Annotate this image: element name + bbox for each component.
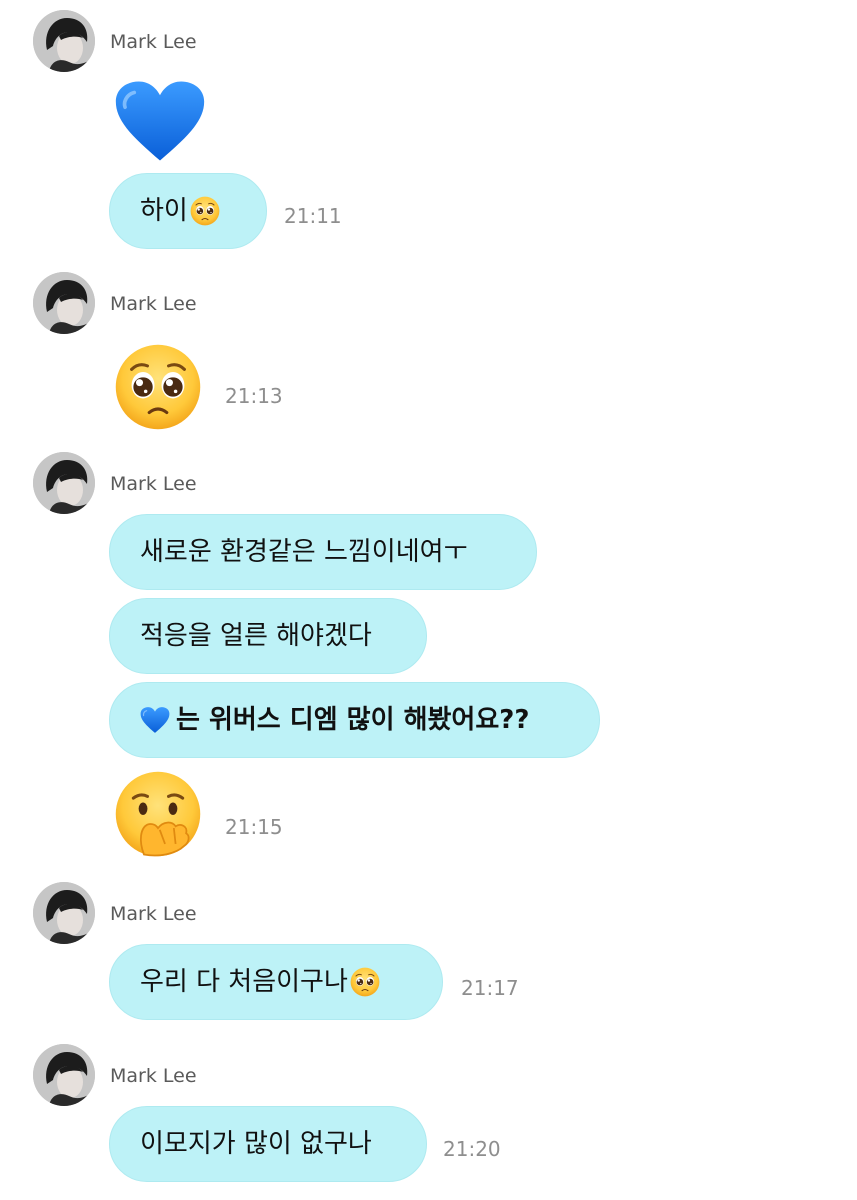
message-text: 는 위버스 디엠 많이 해봤어요?? <box>176 705 530 735</box>
message-bubble[interactable]: 이모지가 많이 없구나 <box>109 1106 427 1182</box>
message-text: 하이 <box>140 196 188 226</box>
face-with-hand-over-mouth-icon <box>114 770 202 862</box>
sender-name: Mark Lee <box>110 1065 197 1087</box>
sender-name: Mark Lee <box>110 293 197 315</box>
avatar-photo-icon <box>33 1044 95 1106</box>
sender-name: Mark Lee <box>110 903 197 925</box>
message-text: 이모지가 많이 없구나 <box>140 1129 372 1159</box>
avatar[interactable] <box>33 272 95 334</box>
avatar[interactable] <box>33 882 95 944</box>
avatar-photo-icon <box>33 272 95 334</box>
message-time: 21:17 <box>461 976 519 1000</box>
message-text: 적응을 얼른 해야겠다 <box>140 621 372 651</box>
message-time: 21:20 <box>443 1137 501 1161</box>
message-bubble[interactable]: 하이 <box>109 173 267 249</box>
sender-name: Mark Lee <box>110 31 197 53</box>
message-time: 21:11 <box>284 204 342 228</box>
pleading-face-icon <box>114 343 202 435</box>
message-bubble[interactable]: 적응을 얼른 해야겠다 <box>109 598 427 674</box>
blue-heart-icon <box>140 706 170 734</box>
message-time: 21:13 <box>225 384 283 408</box>
sender-name: Mark Lee <box>110 473 197 495</box>
avatar[interactable] <box>33 1044 95 1106</box>
blue-heart-icon <box>114 78 206 168</box>
avatar[interactable] <box>33 452 95 514</box>
avatar-photo-icon <box>33 882 95 944</box>
pleading-face-icon <box>350 967 380 997</box>
avatar-photo-icon <box>33 10 95 72</box>
message-bubble[interactable]: 우리 다 처음이구나 <box>109 944 443 1020</box>
message-bubble[interactable]: 새로운 환경같은 느낌이네여ㅜ <box>109 514 537 590</box>
message-bubble[interactable]: 는 위버스 디엠 많이 해봤어요?? <box>109 682 600 758</box>
avatar-photo-icon <box>33 452 95 514</box>
message-text: 우리 다 처음이구나 <box>140 967 348 997</box>
message-text: 새로운 환경같은 느낌이네여ㅜ <box>140 537 468 567</box>
pleading-face-icon <box>190 196 220 226</box>
avatar[interactable] <box>33 10 95 72</box>
message-time: 21:15 <box>225 815 283 839</box>
